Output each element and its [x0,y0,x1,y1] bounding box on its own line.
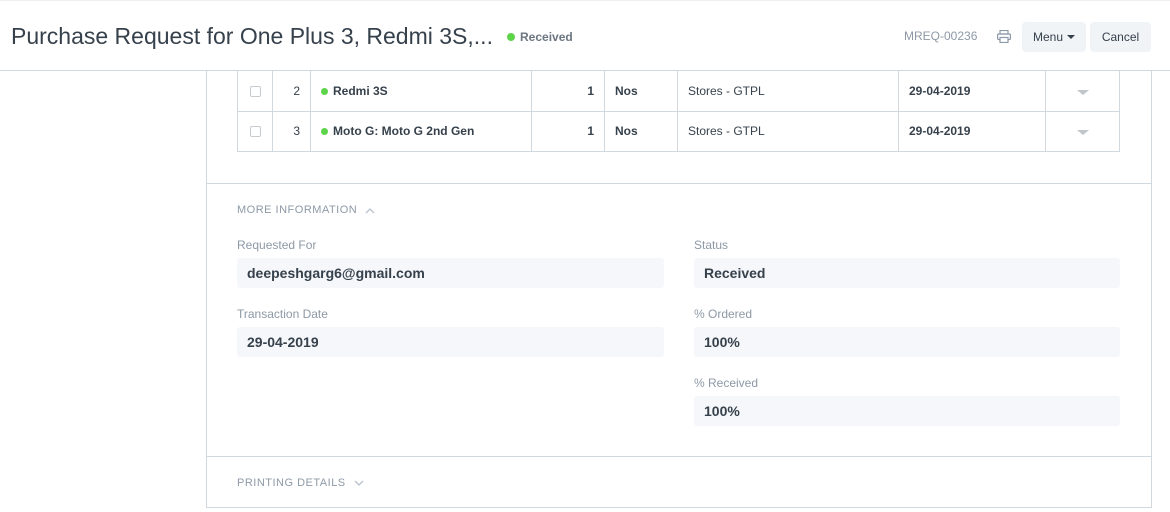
chevron-down-icon [354,480,364,486]
document-id: MREQ-00236 [904,29,978,43]
items-table: 2 Redmi 3S 1 Nos Stores - GTPL 29-04-201… [237,71,1120,152]
row-checkbox[interactable] [249,126,261,138]
printing-details-heading: PRINTING DETAILS [237,477,346,489]
schedule-date-cell[interactable]: 29-04-2019 [898,110,1046,152]
percent-received-label: % Received [694,376,759,390]
row-actions-cell[interactable] [1045,110,1120,152]
row-checkbox[interactable] [249,86,261,98]
item-code-cell[interactable]: Redmi 3S [310,71,532,112]
status-field-label: Status [694,238,729,252]
status-field: Received [694,258,1120,288]
status-dot [507,33,515,41]
menu-button-label: Menu [1032,30,1064,44]
menu-button[interactable]: Menu [1022,22,1086,52]
requested-for-field: deepeshgarg6@gmail.com [237,258,664,288]
table-row[interactable]: 3 Moto G: Moto G 2nd Gen 1 Nos Stores - … [237,110,1120,152]
table-row[interactable]: 2 Redmi 3S 1 Nos Stores - GTPL 29-04-201… [237,71,1120,112]
item-code-cell[interactable]: Moto G: Moto G 2nd Gen [310,110,532,152]
printing-details-toggle[interactable]: PRINTING DETAILS [237,477,364,489]
section-divider [207,183,1151,184]
row-select-cell [237,71,273,112]
section-divider [207,456,1151,457]
more-information-toggle[interactable]: MORE INFORMATION [237,204,375,216]
caret-down-icon [1067,35,1076,39]
uom-cell[interactable]: Nos [604,71,678,112]
row-index: 2 [272,71,311,112]
warehouse-cell[interactable]: Stores - GTPL [677,71,899,112]
print-icon[interactable] [997,30,1011,43]
page-header: Purchase Request for One Plus 3, Redmi 3… [0,0,1170,71]
row-index: 3 [272,110,311,152]
percent-received-field: 100% [694,396,1120,426]
requested-for-label: Requested For [237,238,317,252]
transaction-date-field: 29-04-2019 [237,327,664,357]
schedule-date-cell[interactable]: 29-04-2019 [898,71,1046,112]
uom-cell[interactable]: Nos [604,110,678,152]
warehouse-cell[interactable]: Stores - GTPL [677,110,899,152]
chevron-down-icon[interactable] [1076,130,1089,135]
more-information-heading: MORE INFORMATION [237,204,358,216]
quantity-cell[interactable]: 1 [531,71,605,112]
row-actions-cell[interactable] [1045,71,1120,112]
item-code: Moto G: Moto G 2nd Gen [333,124,475,138]
item-status-dot [321,88,328,96]
chevron-down-icon[interactable] [1076,89,1089,95]
percent-ordered-field: 100% [694,327,1120,357]
status-label: Received [520,30,573,44]
item-status-dot [321,128,328,136]
percent-ordered-label: % Ordered [694,307,753,321]
page-title: Purchase Request for One Plus 3, Redmi 3… [11,23,493,49]
transaction-date-label: Transaction Date [237,307,328,321]
row-select-cell [237,110,273,152]
status-badge: Received [507,30,573,44]
quantity-cell[interactable]: 1 [531,110,605,152]
chevron-up-icon [365,207,375,213]
cancel-button[interactable]: Cancel [1090,22,1151,52]
item-code: Redmi 3S [333,83,388,98]
